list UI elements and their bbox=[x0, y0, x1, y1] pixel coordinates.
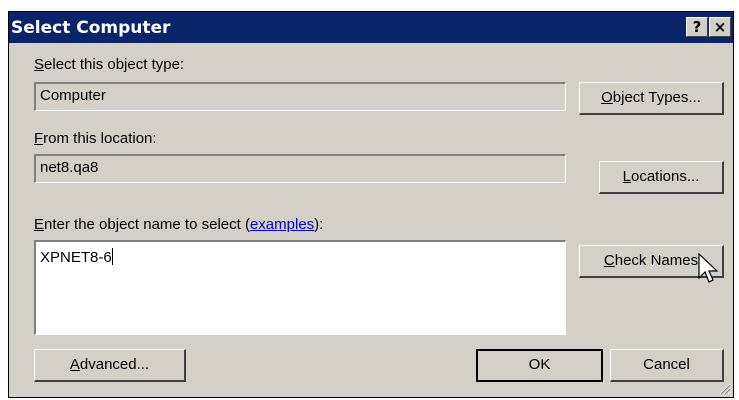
mouse-pointer-icon bbox=[698, 253, 719, 283]
object-type-field: Computer bbox=[34, 82, 566, 111]
close-button[interactable]: × bbox=[709, 17, 731, 37]
cancel-button[interactable]: Cancel bbox=[610, 349, 724, 382]
help-button[interactable]: ? bbox=[686, 17, 708, 37]
text-caret bbox=[111, 248, 113, 265]
object-types-button[interactable]: Object Types... bbox=[579, 82, 724, 115]
select-computer-dialog: Select Computer ? × Select this object t… bbox=[8, 11, 734, 398]
dialog-title: Select Computer bbox=[11, 18, 171, 38]
resize-grip-icon[interactable] bbox=[719, 383, 731, 395]
ok-button[interactable]: OK bbox=[476, 349, 603, 382]
advanced-button[interactable]: Advanced... bbox=[34, 349, 186, 382]
location-field: net8.qa8 bbox=[34, 154, 566, 183]
location-label: From this location: bbox=[34, 130, 157, 147]
examples-link[interactable]: examples bbox=[250, 216, 314, 233]
object-name-input[interactable]: XPNET8-6 bbox=[34, 240, 566, 335]
object-type-label: Select this object type: bbox=[34, 56, 185, 73]
locations-button[interactable]: Locations... bbox=[599, 161, 724, 194]
object-name-label: Enter the object name to select (example… bbox=[34, 216, 324, 233]
object-name-value: XPNET8-6 bbox=[40, 249, 112, 266]
title-bar[interactable]: Select Computer ? × bbox=[9, 12, 733, 43]
